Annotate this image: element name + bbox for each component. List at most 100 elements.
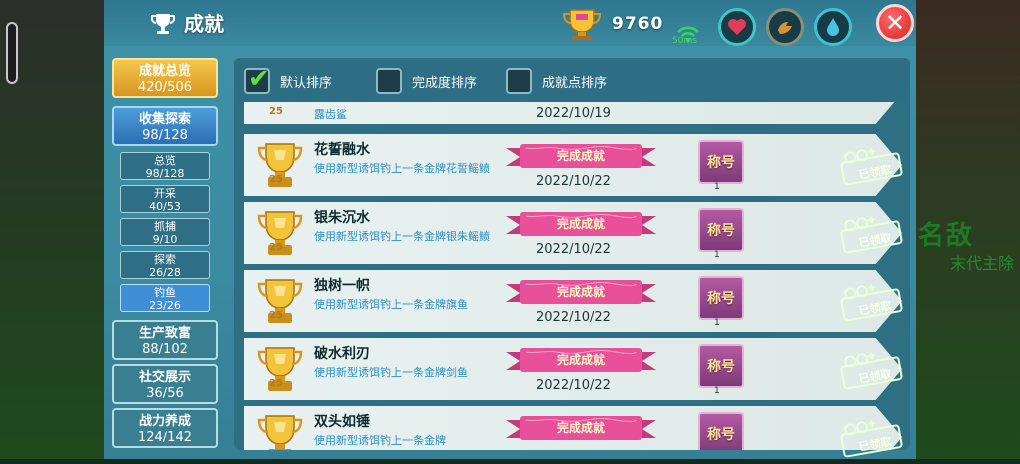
achievement-name: 银朱沉水 — [314, 210, 370, 226]
sort-default-checkbox[interactable]: ✔ — [244, 64, 270, 94]
claimed-stamp: 已领取 — [838, 212, 904, 256]
achievement-list-panel: ✔ 默认排序 完成度排序 成就点排序 露齿鲨 2022/10/19 25 25 … — [234, 58, 910, 450]
sidebar-item-label: 收集探索 — [138, 112, 191, 127]
achievement-row[interactable]: 25 花誓融水 使用新型诱饵钓上一条金牌花誓鳐鲼 完成成就 2022/10/22… — [244, 134, 902, 196]
sidebar-item-count: 88/102 — [142, 342, 188, 357]
subtab-explore[interactable]: 探索 26/28 — [120, 251, 210, 279]
gold-trophy-icon — [562, 9, 602, 40]
achievement-row[interactable]: 露齿鲨 2022/10/19 25 — [244, 102, 902, 124]
title-reward-count: 1 — [714, 182, 720, 192]
sidebar-item-social[interactable]: 社交展示 36/56 — [112, 364, 218, 404]
achievement-row[interactable]: 25 破水利刃 使用新型诱饵钓上一条金牌剑鱼 完成成就 2022/10/22 称… — [244, 338, 902, 400]
page-title: 成就 — [184, 12, 224, 36]
claimed-stamp: 已领取 — [838, 416, 904, 460]
sidebar-item-collect[interactable]: 收集探索 98/128 — [112, 106, 218, 146]
achievement-points: 25 — [269, 106, 283, 117]
health-gauge — [718, 8, 756, 46]
complete-label: 完成成就 — [556, 421, 605, 435]
achievement-date: 2022/10/22 — [536, 242, 611, 257]
ping-text: 50ms — [672, 36, 697, 46]
achievement-points: 9760 — [560, 6, 663, 42]
sort-default[interactable]: ✔ 默认排序 — [244, 64, 332, 94]
water-drop-icon — [827, 18, 839, 36]
sort-bar: ✔ 默认排序 完成度排序 成就点排序 — [234, 58, 910, 102]
title-reward-badge[interactable]: 称号 — [698, 412, 744, 450]
achievement-row[interactable]: 双头如锤 使用新型诱饵钓上一条金牌 完成成就 称号 — [244, 406, 902, 450]
sidebar-item-label: 生产致富 — [138, 326, 191, 341]
sidebar-item-count: 124/142 — [137, 430, 192, 445]
achievement-row[interactable]: 25 独树一帜 使用新型诱饵钓上一条金牌旗鱼 完成成就 2022/10/22 称… — [244, 270, 902, 332]
subtab-overview[interactable]: 总览 98/128 — [120, 152, 210, 180]
achievement-trophy-icon — [257, 415, 303, 450]
points-value: 9760 — [612, 14, 664, 34]
subtab-count: 23/26 — [149, 299, 181, 312]
close-button[interactable]: ✕ — [876, 4, 914, 42]
achievement-date: 2022/10/22 — [536, 378, 611, 393]
title-reward-label: 称号 — [707, 155, 735, 171]
achievement-date: 2022/10/22 — [536, 310, 611, 325]
subtab-count: 9/10 — [152, 233, 178, 246]
check-icon: ✔ — [248, 64, 270, 94]
achievement-date: 2022/10/19 — [536, 106, 611, 121]
stamina-icon — [778, 22, 792, 34]
achievement-desc: 使用新型诱饵钓上一条金牌 — [314, 434, 446, 447]
achievement-name: 双头如锤 — [314, 414, 370, 430]
sidebar-item-count: 36/56 — [146, 386, 184, 401]
subtab-fishing[interactable]: 钓鱼 23/26 — [120, 284, 210, 312]
title-reward-label: 称号 — [707, 223, 735, 239]
sort-completion[interactable]: 完成度排序 — [376, 68, 477, 94]
title-reward-count: 1 — [714, 250, 720, 260]
title-reward-label: 称号 — [707, 291, 735, 307]
sort-completion-checkbox[interactable] — [376, 68, 402, 94]
title-reward-count: 1 — [714, 318, 720, 328]
stamina-gauge — [766, 8, 804, 46]
achievement-points: 25 — [269, 242, 283, 253]
achievement-desc: 露齿鲨 — [314, 108, 347, 121]
achievement-name: 花誓融水 — [314, 142, 370, 158]
subtab-label: 总览 — [154, 154, 176, 167]
complete-label: 完成成就 — [556, 217, 605, 231]
subtab-mining[interactable]: 开采 40/53 — [120, 185, 210, 213]
title-group: 成就 — [150, 8, 224, 37]
world-text-large: 名敌 — [917, 221, 974, 251]
sidebar-item-overview[interactable]: 成就总览 420/506 — [112, 58, 218, 98]
sidebar-item-label: 战力养成 — [138, 414, 191, 429]
subtab-label: 抓捕 — [154, 220, 176, 233]
subtab-count: 26/28 — [149, 266, 181, 279]
sidebar-item-combat[interactable]: 战力养成 124/142 — [112, 408, 218, 448]
sort-points-label: 成就点排序 — [542, 75, 608, 91]
subtab-capture[interactable]: 抓捕 9/10 — [120, 218, 210, 246]
title-reward-badge[interactable]: 称号 — [698, 276, 744, 320]
sort-points-checkbox[interactable] — [506, 68, 532, 94]
achievement-date: 2022/10/22 — [536, 174, 611, 189]
achievement-points: 25 — [269, 310, 283, 321]
claimed-stamp: 已领取 — [838, 144, 904, 188]
achievement-desc: 使用新型诱饵钓上一条金牌花誓鳐鲼 — [314, 162, 490, 175]
title-reward-count: 1 — [714, 386, 720, 396]
trophy-icon — [151, 13, 175, 34]
world-pillar — [6, 22, 18, 84]
subtab-label: 开采 — [154, 187, 176, 200]
title-reward-badge[interactable]: 称号 — [698, 344, 744, 388]
title-reward-label: 称号 — [707, 427, 735, 443]
sort-points[interactable]: 成就点排序 — [506, 68, 607, 94]
sort-completion-label: 完成度排序 — [412, 75, 478, 91]
sidebar-item-count: 420/506 — [137, 80, 192, 95]
title-reward-badge[interactable]: 称号 — [698, 140, 744, 184]
complete-label: 完成成就 — [556, 285, 605, 299]
claimed-stamp: 已领取 — [838, 280, 904, 324]
world-text-small: 末代主除 — [949, 254, 1014, 273]
sidebar-item-production[interactable]: 生产致富 88/102 — [112, 320, 218, 360]
complete-label: 完成成就 — [556, 149, 605, 163]
achievement-points: 25 — [269, 174, 283, 185]
achievement-name: 破水利刃 — [314, 346, 370, 362]
title-reward-badge[interactable]: 称号 — [698, 208, 744, 252]
sidebar-item-label: 成就总览 — [138, 64, 191, 79]
achievement-list: 露齿鲨 2022/10/19 25 25 花誓融水 使用新型诱饵钓上一条金牌花誓… — [244, 102, 902, 450]
achievement-name: 独树一帜 — [314, 278, 370, 294]
sidebar-item-label: 社交展示 — [138, 370, 191, 385]
achievement-row[interactable]: 25 银朱沉水 使用新型诱饵钓上一条金牌银朱鳐鲼 完成成就 2022/10/22… — [244, 202, 902, 264]
water-gauge — [814, 8, 852, 46]
title-reward-label: 称号 — [707, 359, 735, 375]
close-icon: ✕ — [884, 9, 906, 37]
